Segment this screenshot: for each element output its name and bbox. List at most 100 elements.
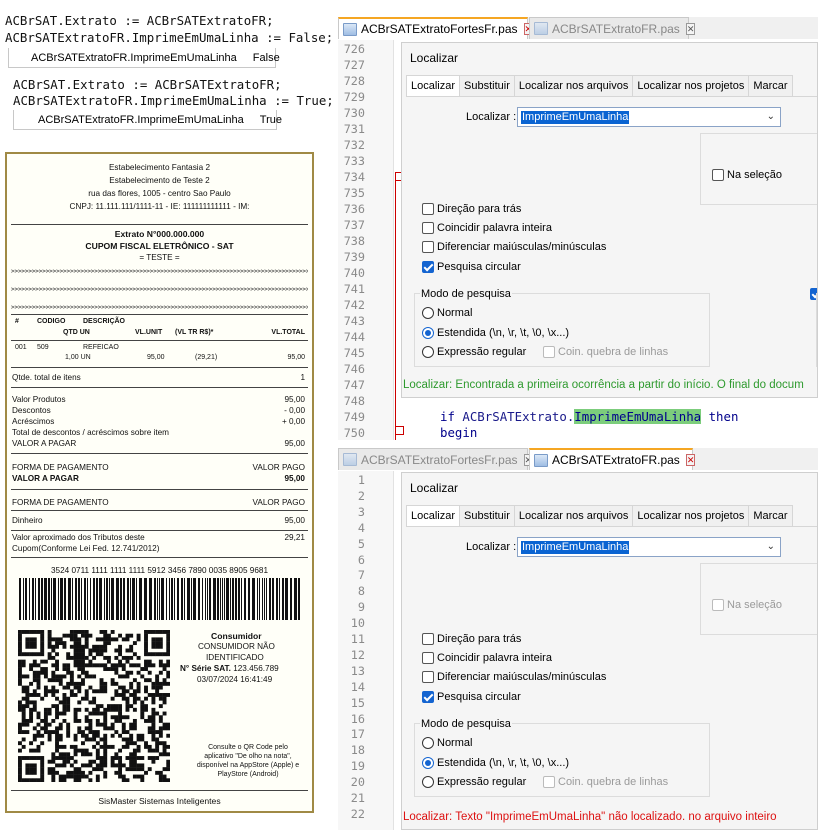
- tab-fortes-fr[interactable]: ACBrSATExtratoFortesFr.pas ✕: [338, 17, 534, 39]
- pas-file-icon: [534, 22, 548, 35]
- radio-button[interactable]: [422, 346, 434, 358]
- close-tab-icon[interactable]: ✕: [685, 454, 696, 466]
- radio-expressao[interactable]: Expressão regular: [422, 776, 526, 788]
- checkbox-box[interactable]: [422, 222, 434, 234]
- radio-normal[interactable]: Normal: [422, 307, 472, 319]
- pesquisa-circular-checkbox[interactable]: Pesquisa circular: [422, 691, 521, 703]
- tab-label: ACBrSATExtratoFR.pas: [552, 453, 680, 467]
- forma-pagamento-row: FORMA DE PAGAMENTO VALOR PAGO: [12, 463, 305, 472]
- line-number: 746: [343, 362, 365, 376]
- radio-button[interactable]: [422, 737, 434, 749]
- tab-localizar-arquivos[interactable]: Localizar nos arquivos: [513, 505, 634, 526]
- checkbox-box[interactable]: [712, 169, 724, 181]
- descontos-row: Descontos - 0,00: [12, 406, 305, 415]
- item-num: 001: [15, 344, 27, 351]
- line-number: 12: [350, 647, 365, 662]
- property-value: False: [252, 51, 280, 64]
- line-number: 733: [343, 154, 365, 168]
- receipt-fantasia: Estabelecimento Fantasia 2: [108, 163, 211, 172]
- radio-button-selected[interactable]: [422, 757, 434, 769]
- radio-label: Expressão regular: [437, 346, 527, 358]
- tab-localizar-projetos[interactable]: Localizar nos projetos: [632, 505, 750, 526]
- pesquisa-circular-checkbox[interactable]: Pesquisa circular: [422, 261, 521, 273]
- checkbox-label: Na seleção: [727, 169, 783, 181]
- dialog-tabs: Localizar Substituir Localizar nos arqui…: [406, 505, 793, 526]
- find-combobox[interactable]: ImprimeEmUmaLinha ⌄: [517, 107, 781, 127]
- direcao-checkbox[interactable]: Direção para trás: [422, 633, 521, 645]
- checkbox-box[interactable]: [543, 776, 555, 788]
- divider: [11, 790, 308, 791]
- radio-normal[interactable]: Normal: [422, 737, 472, 749]
- tab-fortes-fr[interactable]: ACBrSATExtratoFortesFr.pas ✕: [338, 448, 534, 470]
- radio-button[interactable]: [422, 776, 434, 788]
- tab-localizar-arquivos[interactable]: Localizar nos arquivos: [513, 75, 634, 96]
- chevron-down-icon[interactable]: ⌄: [767, 541, 775, 552]
- quebra-linhas-checkbox[interactable]: Coin. quebra de linhas: [543, 346, 668, 358]
- checkbox-label: Coin. quebra de linhas: [558, 776, 669, 788]
- na-selecao-checkbox[interactable]: Na seleção: [712, 599, 782, 611]
- radio-estendida[interactable]: Estendida (\n, \r, \t, \0, \x...): [422, 757, 569, 769]
- qr-instructions-1: Consulte o QR Code pelo: [208, 744, 288, 751]
- dash-line: >>>>>>>>>>>>>>>>>>>>>>>>>>>>>>>>>>>>>>>>…: [11, 304, 308, 311]
- find-label: Localizar :: [466, 541, 517, 553]
- tab-extrato-fr[interactable]: ACBrSATExtratoFR.pas ✕: [529, 448, 696, 470]
- diferenciar-checkbox[interactable]: Diferenciar maiúsculas/minúsculas: [422, 241, 606, 253]
- checkbox-box[interactable]: [422, 633, 434, 645]
- checkbox-label: Coincidir palavra inteira: [437, 222, 552, 234]
- diferenciar-checkbox[interactable]: Diferenciar maiúsculas/minúsculas: [422, 671, 606, 683]
- item-descricao: REFEICAO: [83, 344, 119, 351]
- radio-estendida[interactable]: Estendida (\n, \r, \t, \0, \x...): [422, 327, 569, 339]
- find-input-value[interactable]: ImprimeEmUmaLinha: [521, 111, 630, 124]
- line-number: 736: [343, 202, 365, 216]
- tab-substituir[interactable]: Substituir: [459, 75, 515, 96]
- code-line-imprime-false: ACBrSATExtratoFR.ImprimeEmUmaLinha := Fa…: [5, 30, 334, 45]
- tab-marcar[interactable]: Marcar: [748, 75, 793, 96]
- line-number: 740: [343, 266, 365, 280]
- tab-localizar[interactable]: Localizar: [406, 505, 461, 526]
- line-number: 1: [357, 473, 365, 487]
- dialog-title: Localizar: [410, 481, 459, 495]
- direcao-checkbox[interactable]: Direção para trás: [422, 203, 521, 215]
- radio-button-selected[interactable]: [422, 327, 434, 339]
- checkbox-box[interactable]: [422, 671, 434, 683]
- coincidir-checkbox[interactable]: Coincidir palavra inteira: [422, 222, 552, 234]
- radio-button[interactable]: [422, 307, 434, 319]
- line-number: 729: [343, 90, 365, 104]
- quebra-linhas-checkbox[interactable]: Coin. quebra de linhas: [543, 776, 668, 788]
- forma-pagamento-row-2: FORMA DE PAGAMENTO VALOR PAGO: [12, 498, 305, 507]
- editor-tabbar-bottom: ACBrSATExtratoFortesFr.pas ✕ ACBrSATExtr…: [338, 448, 818, 470]
- checkbox-box[interactable]: [422, 241, 434, 253]
- close-tab-icon[interactable]: ✕: [685, 22, 696, 35]
- code-object: ACBrSATExtrato.: [462, 409, 575, 424]
- coincidir-checkbox[interactable]: Coincidir palavra inteira: [422, 652, 552, 664]
- checkbox-box[interactable]: [422, 652, 434, 664]
- qr-instructions-2: aplicativo "De olho na nota",: [204, 753, 292, 760]
- checkbox-box-checked[interactable]: [422, 691, 434, 703]
- tab-substituir[interactable]: Substituir: [459, 505, 515, 526]
- radio-expressao[interactable]: Expressão regular: [422, 346, 526, 358]
- tab-localizar[interactable]: Localizar: [406, 75, 461, 96]
- checkbox-box[interactable]: [422, 203, 434, 215]
- tab-extrato-fr[interactable]: ACBrSATExtratoFR.pas ✕: [529, 17, 696, 39]
- tab-marcar[interactable]: Marcar: [748, 505, 793, 526]
- divider: [11, 387, 308, 388]
- tributos-value: 29,21: [284, 533, 306, 542]
- receipt-extrato-number: Extrato N°000.000.000: [114, 229, 205, 239]
- find-dialog-bottom: Localizar Localizar Substituir Localizar…: [401, 472, 818, 830]
- tab-localizar-projetos[interactable]: Localizar nos projetos: [632, 75, 750, 96]
- line-number-gutter: 726 727 728 729 730 731 732 733 734 735 736 737 738 7…: [338, 40, 394, 440]
- chevron-down-icon[interactable]: ⌄: [767, 111, 775, 122]
- checkbox-box-checked[interactable]: [422, 261, 434, 273]
- dash-line: >>>>>>>>>>>>>>>>>>>>>>>>>>>>>>>>>>>>>>>>…: [11, 286, 308, 293]
- find-combobox[interactable]: ImprimeEmUmaLinha ⌄: [517, 537, 781, 557]
- keyword-if: if: [440, 409, 455, 424]
- item-qtd: 1,00 UN: [65, 354, 91, 361]
- code-line-if: if ACBrSATExtrato.ImprimeEmUmaLinha then: [440, 409, 738, 424]
- receipt-razao: Estabelecimento de Teste 2: [109, 176, 210, 185]
- na-selecao-checkbox[interactable]: Na seleção: [712, 169, 782, 181]
- line-number: 9: [357, 600, 365, 615]
- find-input-value[interactable]: ImprimeEmUmaLinha: [521, 541, 630, 554]
- fold-toggle-icon[interactable]: [395, 426, 404, 435]
- checkbox-box[interactable]: [543, 346, 555, 358]
- checkbox-box[interactable]: [712, 599, 724, 611]
